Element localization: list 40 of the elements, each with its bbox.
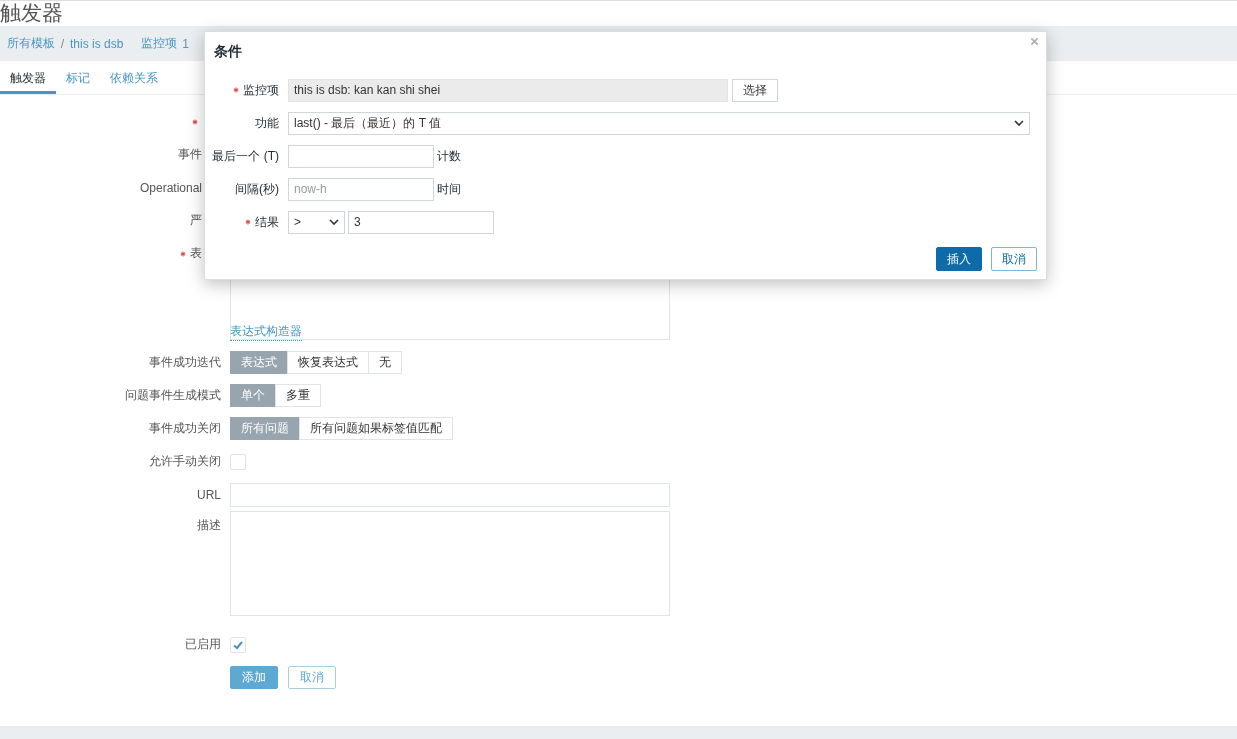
unit-label: 时间	[437, 180, 461, 198]
field-label: 问题事件生成模式	[125, 387, 221, 404]
breadcrumb-link[interactable]: 所有模板	[7, 35, 55, 52]
unit-label: 计数	[437, 147, 461, 165]
field-label: 表	[190, 245, 202, 262]
field-label: 结果	[255, 213, 279, 231]
field-label: 事件成功关闭	[149, 420, 221, 437]
count-label: 1	[182, 36, 190, 51]
breadcrumb-link[interactable]: 监控项	[141, 35, 178, 52]
field-label: 最后一个 (T)	[212, 147, 279, 165]
select-button[interactable]: 选择	[732, 78, 778, 102]
field-label: 间隔(秒)	[235, 180, 279, 198]
tab[interactable]: 标记	[56, 61, 100, 94]
operator-dropdown[interactable]: >	[288, 210, 345, 234]
field-label: 事件成功迭代	[149, 354, 221, 371]
option-button[interactable]: 无	[368, 351, 402, 374]
tab[interactable]: 依赖关系	[100, 61, 168, 94]
field-label: 严	[190, 212, 202, 229]
breadcrumb-link[interactable]: this is dsb	[70, 36, 124, 51]
cancel-button[interactable]: 取消	[991, 247, 1037, 271]
field-label: 事件	[178, 146, 202, 163]
field-label: 已启用	[185, 636, 221, 653]
dialog-title: 条件	[214, 43, 243, 61]
expression-builder-link[interactable]: 表达式构造器	[230, 323, 302, 341]
option-button[interactable]: 恢复表达式	[287, 351, 369, 374]
page-title: 触发器	[0, 1, 64, 26]
field-label: 允许手动关闭	[149, 453, 221, 470]
option-button[interactable]: 多重	[275, 384, 321, 407]
field-label: 描述	[197, 517, 221, 534]
tab[interactable]: 触发器	[0, 61, 56, 94]
insert-button[interactable]: 插入	[936, 247, 982, 271]
value-input[interactable]: 3	[348, 210, 494, 234]
item-field: this is dsb: kan kan shi shei	[288, 78, 728, 102]
field-label: 功能	[255, 114, 279, 132]
field-label: 监控项	[243, 81, 279, 99]
function-dropdown[interactable]: last() - 最后（最近）的 T 值	[288, 111, 1030, 135]
field-label: URL	[197, 487, 221, 502]
option-button[interactable]: 所有问题如果标签值匹配	[299, 417, 453, 440]
text-input[interactable]: now-h	[288, 177, 434, 201]
field-label: Operational	[139, 180, 202, 195]
